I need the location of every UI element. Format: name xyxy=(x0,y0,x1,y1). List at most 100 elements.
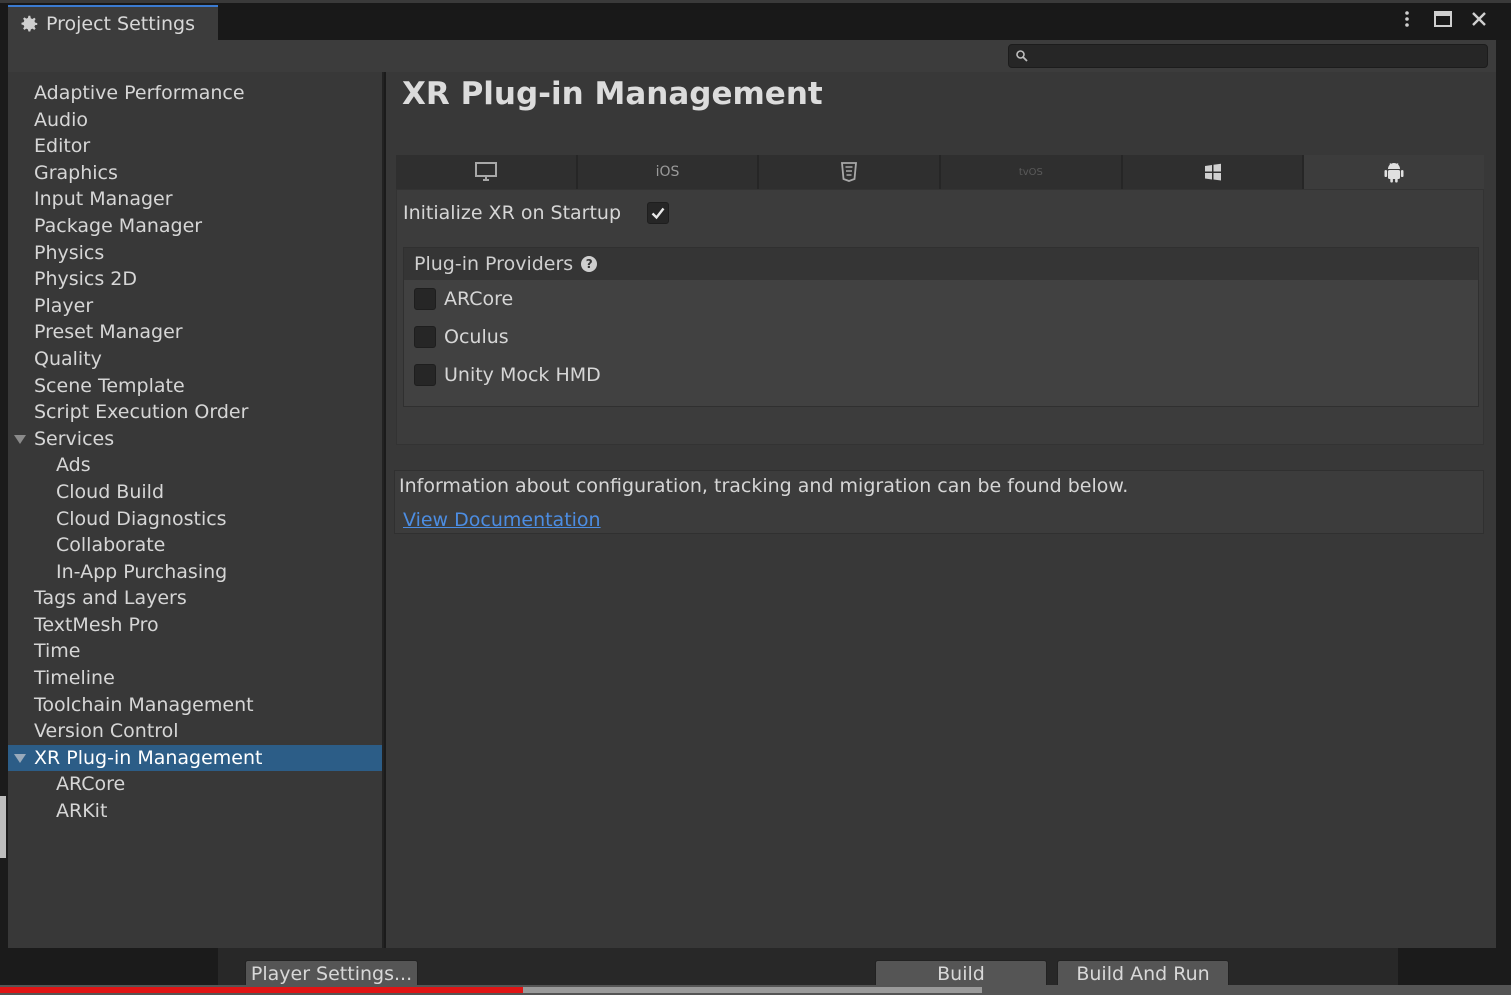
sidebar-item-package-manager[interactable]: Package Manager xyxy=(8,213,382,240)
initialize-xr-checkbox[interactable] xyxy=(647,202,669,224)
progress-played xyxy=(0,987,523,993)
sidebar-item-tags-and-layers[interactable]: Tags and Layers xyxy=(8,585,382,612)
expand-arrow-icon[interactable] xyxy=(14,753,26,763)
sidebar-item-toolchain-management[interactable]: Toolchain Management xyxy=(8,692,382,719)
search-input[interactable] xyxy=(1008,44,1488,68)
maximize-icon[interactable] xyxy=(1433,8,1453,30)
sidebar-item-label: Graphics xyxy=(34,161,118,184)
close-icon[interactable] xyxy=(1469,8,1489,30)
tab-standalone[interactable] xyxy=(396,155,578,189)
more-options-icon[interactable] xyxy=(1397,8,1417,30)
sidebar-item-physics[interactable]: Physics xyxy=(8,240,382,267)
sidebar-item-services[interactable]: Services xyxy=(8,426,382,453)
sidebar-item-label: In-App Purchasing xyxy=(56,560,228,583)
sidebar-item-timeline[interactable]: Timeline xyxy=(8,665,382,692)
provider-checkbox[interactable] xyxy=(414,326,436,348)
tab-webgl[interactable] xyxy=(759,155,942,189)
sidebar-item-label: Timeline xyxy=(34,667,115,690)
ios-label: iOS xyxy=(655,164,680,180)
search-icon xyxy=(1016,50,1028,62)
sidebar-item-label: Audio xyxy=(34,108,89,131)
tvos-label: tvOS xyxy=(1018,166,1043,178)
initialize-xr-row: Initialize XR on Startup xyxy=(403,202,669,224)
tab-tvos[interactable]: tvOS xyxy=(941,155,1123,189)
sidebar-item-cloud-build[interactable]: Cloud Build xyxy=(8,479,382,506)
sidebar-item-player[interactable]: Player xyxy=(8,293,382,320)
window-controls xyxy=(1397,8,1489,30)
view-documentation-link[interactable]: View Documentation xyxy=(403,509,601,531)
sidebar-item-time[interactable]: Time xyxy=(8,638,382,665)
monitor-icon xyxy=(474,162,497,181)
sidebar-item-scene-template[interactable]: Scene Template xyxy=(8,373,382,400)
provider-label: Oculus xyxy=(444,326,509,348)
build-and-run-button[interactable]: Build And Run xyxy=(1057,960,1229,988)
provider-unity-mock-hmd: Unity Mock HMD xyxy=(404,356,1478,394)
sidebar-item-label: Input Manager xyxy=(34,188,173,211)
player-settings-button[interactable]: Player Settings... xyxy=(245,960,418,988)
top-border xyxy=(0,0,1511,3)
provider-checkbox[interactable] xyxy=(414,364,436,386)
sidebar-item-label: Cloud Build xyxy=(56,480,165,503)
build-button[interactable]: Build xyxy=(875,960,1047,988)
sidebar-item-label: Adaptive Performance xyxy=(34,82,245,104)
sidebar-item-script-execution-order[interactable]: Script Execution Order xyxy=(8,399,382,426)
sidebar-item-preset-manager[interactable]: Preset Manager xyxy=(8,319,382,346)
provider-label: ARCore xyxy=(444,288,514,310)
info-text: Information about configuration, trackin… xyxy=(399,475,1129,497)
sidebar-item-textmesh-pro[interactable]: TextMesh Pro xyxy=(8,612,382,639)
windows-icon xyxy=(1204,163,1221,181)
settings-category-list: Adaptive Performance Audio Editor Graphics I… xyxy=(8,80,382,825)
settings-content: XR Plug-in Management iOS tvOS Initializ… xyxy=(386,72,1496,948)
sidebar-item-physics-2d[interactable]: Physics 2D xyxy=(8,266,382,293)
sidebar-item-quality[interactable]: Quality xyxy=(8,346,382,373)
left-edge-handle xyxy=(0,796,6,858)
sidebar-item-label: Toolchain Management xyxy=(34,693,254,716)
sidebar-item-version-control[interactable]: Version Control xyxy=(8,718,382,745)
tab-ios[interactable]: iOS xyxy=(577,155,760,189)
sidebar-item-cloud-diagnostics[interactable]: Cloud Diagnostics xyxy=(8,506,382,533)
tab-windows[interactable] xyxy=(1122,155,1305,189)
sidebar-item-collaborate[interactable]: Collaborate xyxy=(8,532,382,559)
sidebar-item-label: Physics xyxy=(34,241,105,264)
sidebar-item-label: Tags and Layers xyxy=(34,587,187,610)
sidebar-item-input-manager[interactable]: Input Manager xyxy=(8,186,382,213)
sidebar-item-label: Version Control xyxy=(34,720,179,743)
project-settings-window: Project Settings Adaptive Performance Aud… xyxy=(0,0,1511,995)
sidebar-item-graphics[interactable]: Graphics xyxy=(8,160,382,187)
plugin-providers: Plug-in Providers ? ARCore Oculus Unity … xyxy=(403,247,1479,407)
sidebar-item-arcore[interactable]: ARCore xyxy=(8,771,382,798)
sidebar-item-label: TextMesh Pro xyxy=(34,613,159,636)
android-settings-panel: Initialize XR on Startup Plug-in Provide… xyxy=(396,189,1484,445)
checkmark-icon xyxy=(651,207,665,220)
settings-sidebar: Adaptive Performance Audio Editor Graphics I… xyxy=(8,72,384,948)
sidebar-item-label: Scene Template xyxy=(34,374,185,397)
sidebar-item-in-app-purchasing[interactable]: In-App Purchasing xyxy=(8,559,382,586)
expand-arrow-icon[interactable] xyxy=(14,434,26,444)
build-footer: Player Settings... Build Build And Run xyxy=(218,948,1398,988)
title-bar: Project Settings xyxy=(0,0,1511,40)
sidebar-item-audio[interactable]: Audio xyxy=(8,107,382,134)
info-box: Information about configuration, trackin… xyxy=(394,470,1484,534)
platform-tabs: iOS tvOS xyxy=(396,155,1485,189)
sidebar-item-xr-plug-in-management[interactable]: XR Plug-in Management xyxy=(8,744,382,772)
sidebar-item-label: ARCore xyxy=(56,773,126,796)
sidebar-item-label: Cloud Diagnostics xyxy=(56,507,227,530)
page-title: XR Plug-in Management xyxy=(402,76,823,112)
sidebar-item-label: Script Execution Order xyxy=(34,401,249,424)
video-progress-bar[interactable] xyxy=(0,985,1511,995)
sidebar-item-arkit[interactable]: ARKit xyxy=(8,798,382,825)
initialize-xr-label: Initialize XR on Startup xyxy=(403,202,622,224)
sidebar-item-label: ARKit xyxy=(56,800,108,823)
provider-arcore: ARCore xyxy=(404,280,1478,318)
sidebar-item-label: Services xyxy=(34,427,115,450)
plugin-providers-header: Plug-in Providers ? xyxy=(404,248,1478,280)
sidebar-item-editor[interactable]: Editor xyxy=(8,133,382,160)
sidebar-item-label: XR Plug-in Management xyxy=(34,746,263,769)
sidebar-item-adaptive-performance[interactable]: Adaptive Performance xyxy=(8,80,382,107)
help-icon[interactable]: ? xyxy=(581,256,598,272)
project-settings-tab[interactable]: Project Settings xyxy=(8,5,218,40)
provider-checkbox[interactable] xyxy=(414,288,436,310)
tab-android[interactable] xyxy=(1304,155,1485,189)
sidebar-item-ads[interactable]: Ads xyxy=(8,452,382,479)
plugin-providers-label: Plug-in Providers xyxy=(414,253,574,275)
